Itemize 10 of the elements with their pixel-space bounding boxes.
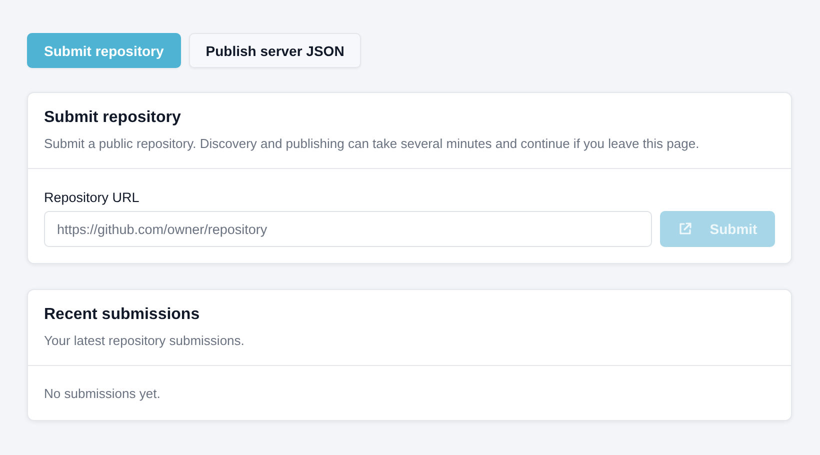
tab[interactable]: Publish server JSON	[188, 33, 362, 68]
card-title: Submit repository	[44, 109, 182, 127]
card-description: Submit a public repository. Discovery and publishing can take several minutes and continue if you leave this page.	[44, 136, 700, 151]
field-label: Repository URL	[44, 190, 140, 205]
url-field[interactable]: https://github.com/owner/repository	[44, 211, 652, 247]
card-title: Recent submissions	[44, 306, 201, 324]
tab[interactable]: Submit repository	[27, 33, 181, 68]
external-link-icon	[678, 222, 692, 236]
card-description: Your latest repository submissions.	[44, 333, 246, 348]
empty-message: No submissions yet.	[44, 386, 162, 401]
